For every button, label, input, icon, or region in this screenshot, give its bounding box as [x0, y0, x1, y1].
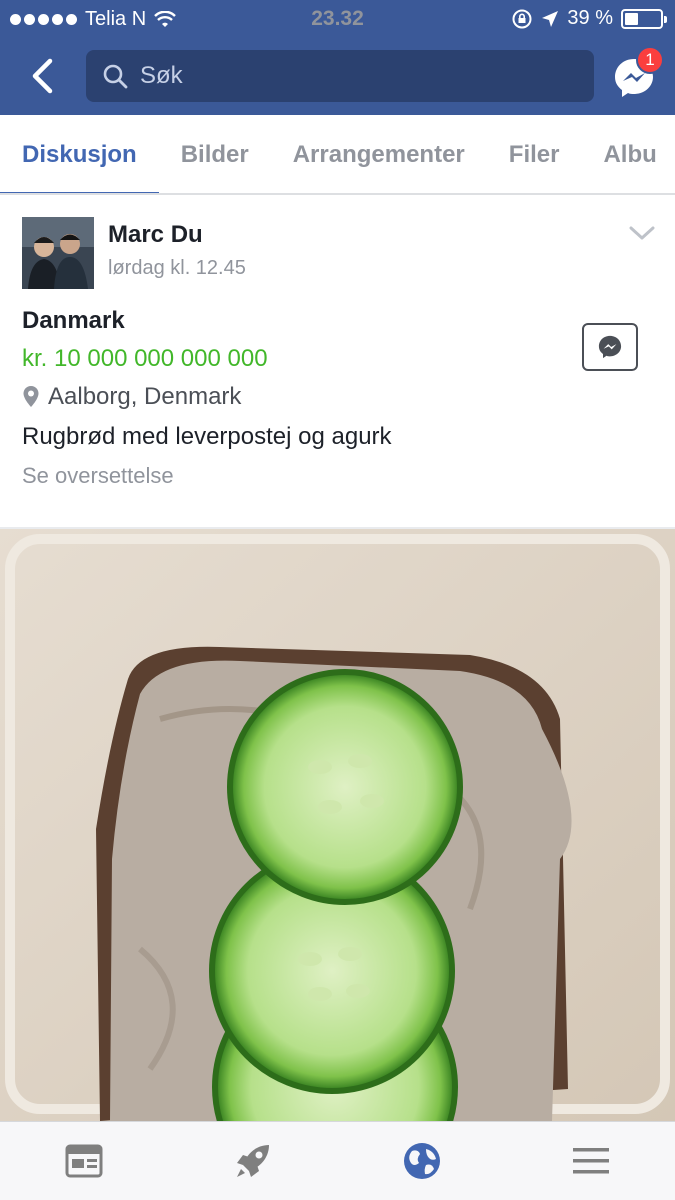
tab-diskusjon[interactable]: Diskusjon: [0, 115, 159, 193]
tab-arrangementer[interactable]: Arrangementer: [271, 115, 487, 193]
location-arrow-icon: [542, 10, 559, 27]
post-photo[interactable]: [0, 529, 675, 1121]
battery-icon: [621, 8, 667, 29]
item-title: Danmark: [22, 307, 125, 334]
rotation-lock-icon: [512, 9, 532, 28]
bottom-tab-explore[interactable]: [228, 1136, 278, 1186]
group-tabs: Diskusjon Bilder Arrangementer Filer Alb…: [0, 115, 675, 195]
bottom-tab-menu[interactable]: [566, 1136, 616, 1186]
item-description: Rugbrød med leverpostej og agurk: [22, 423, 392, 450]
tab-album[interactable]: Albu: [581, 115, 675, 193]
location-label: Aalborg, Denmark: [48, 383, 242, 410]
item-location: Aalborg, Denmark: [22, 383, 241, 411]
globe-icon: [403, 1143, 440, 1179]
post-author[interactable]: Marc Du: [108, 221, 203, 249]
item-price: kr. 10 000 000 000 000: [22, 345, 268, 372]
see-translation-link[interactable]: Se oversettelse: [22, 463, 174, 489]
rocket-icon: [237, 1145, 270, 1177]
tab-bilder[interactable]: Bilder: [159, 115, 271, 193]
feed-icon: [65, 1144, 103, 1178]
location-pin-icon: [23, 386, 39, 407]
status-bar: Telia N 23.32 39 %: [0, 0, 675, 38]
sale-post: Marc Du lørdag kl. 12.45 Danmark kr. 10 …: [0, 197, 675, 527]
battery-percent: 39 %: [567, 7, 613, 29]
search-bar[interactable]: [86, 50, 594, 102]
back-button[interactable]: [22, 54, 62, 98]
avatar[interactable]: [22, 217, 94, 289]
post-time: lørdag kl. 12.45: [108, 257, 246, 279]
top-bar: Telia N 23.32 39 % Søk 1: [0, 0, 675, 115]
search-input[interactable]: [140, 62, 560, 90]
chevron-left-icon: [32, 58, 53, 94]
bottom-tab-groups[interactable]: [397, 1136, 447, 1186]
bottom-tab-feed[interactable]: [59, 1136, 109, 1186]
search-icon: [103, 64, 128, 89]
status-right: 39 %: [511, 7, 667, 30]
message-seller-button[interactable]: [582, 323, 638, 371]
messenger-badge: 1: [636, 46, 664, 74]
menu-icon: [572, 1148, 609, 1174]
bottom-tab-bar: [0, 1121, 675, 1200]
chevron-down-icon[interactable]: [628, 223, 656, 243]
messenger-icon: [598, 335, 622, 359]
tab-filer[interactable]: Filer: [487, 115, 582, 193]
